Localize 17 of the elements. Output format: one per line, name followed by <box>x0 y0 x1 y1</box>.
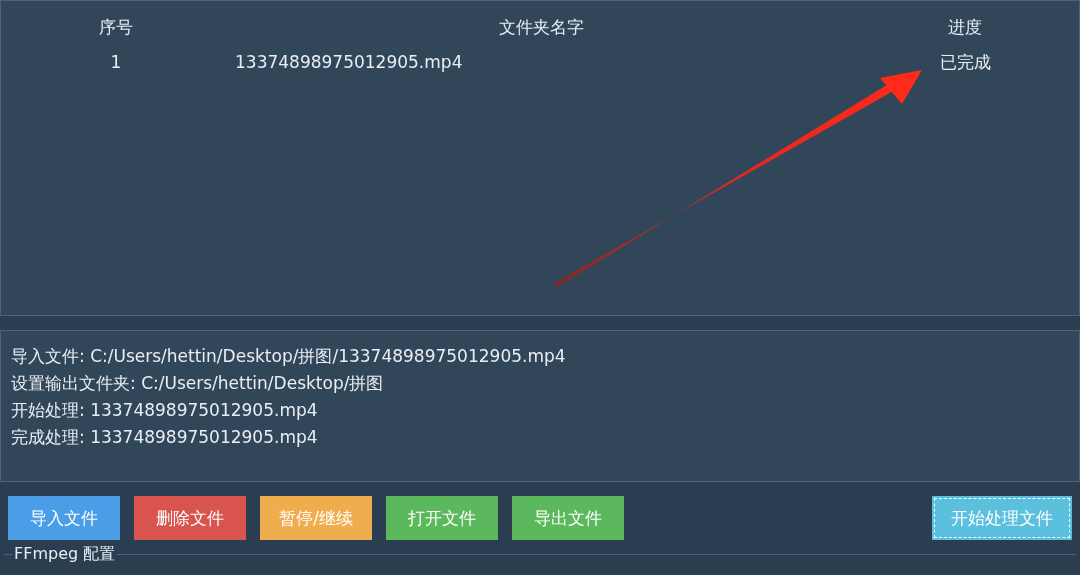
column-header: 文件夹名字 <box>497 15 585 39</box>
log-line: 完成处理: 13374898975012905.mp4 <box>11 426 319 449</box>
table-cell-text: 13374898975012905.mp4 <box>234 52 464 72</box>
start-button[interactable]: 开始处理文件 <box>932 496 1072 540</box>
column-header: 进度 <box>947 15 983 39</box>
toolbar-button[interactable]: 导入文件 <box>8 496 120 540</box>
column-header: 序号 <box>98 15 134 39</box>
table-cell-text: 已完成 <box>938 50 992 74</box>
toolbar-button[interactable]: 打开文件 <box>386 496 498 540</box>
group-title: FFmpeg 配置 <box>12 544 118 565</box>
toolbar-button[interactable]: 导出文件 <box>512 496 624 540</box>
toolbar-button[interactable]: 删除文件 <box>134 496 246 540</box>
log-line: 设置输出文件夹: C:/Users/hettin/Desktop/拼图 <box>11 372 385 395</box>
table-cell-text: 1 <box>109 52 123 72</box>
log-line: 导入文件: C:/Users/hettin/Desktop/拼图/13374898975012905.mp4 <box>11 345 567 368</box>
log-line: 开始处理: 13374898975012905.mp4 <box>11 399 319 422</box>
toolbar-button[interactable]: 暂停/继续 <box>260 496 372 540</box>
